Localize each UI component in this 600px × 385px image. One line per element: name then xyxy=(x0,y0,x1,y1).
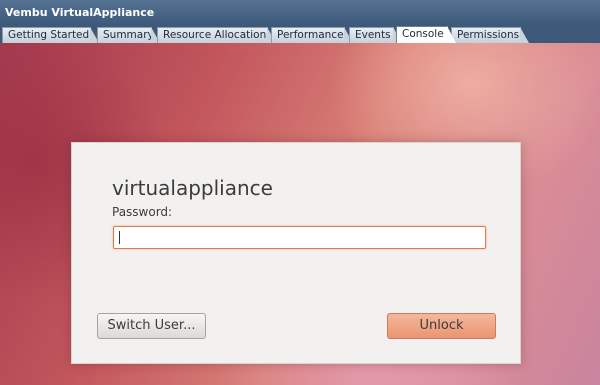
tab-resource-allocation[interactable]: Resource Allocation xyxy=(157,27,276,43)
tab-summary[interactable]: Summary xyxy=(97,27,160,43)
window-title: Vembu VirtualAppliance xyxy=(0,0,600,25)
tab-performance[interactable]: Performance xyxy=(271,27,353,43)
tab-events[interactable]: Events xyxy=(349,27,402,43)
console-desktop: virtualappliance Password: Switch User..… xyxy=(0,43,600,385)
unlock-button[interactable]: Unlock xyxy=(387,313,496,339)
tab-permissions[interactable]: Permissions xyxy=(451,27,529,43)
tab-console[interactable]: Console xyxy=(396,26,456,43)
password-input[interactable] xyxy=(113,226,486,249)
tab-bar: Getting Started Summary Resource Allocat… xyxy=(0,25,600,43)
switch-user-button[interactable]: Switch User... xyxy=(97,313,206,339)
unlock-dialog: virtualappliance Password: Switch User..… xyxy=(71,142,521,364)
password-label: Password: xyxy=(112,205,173,219)
username-label: virtualappliance xyxy=(112,176,273,200)
text-caret xyxy=(119,231,120,244)
tab-getting-started[interactable]: Getting Started xyxy=(2,27,99,43)
